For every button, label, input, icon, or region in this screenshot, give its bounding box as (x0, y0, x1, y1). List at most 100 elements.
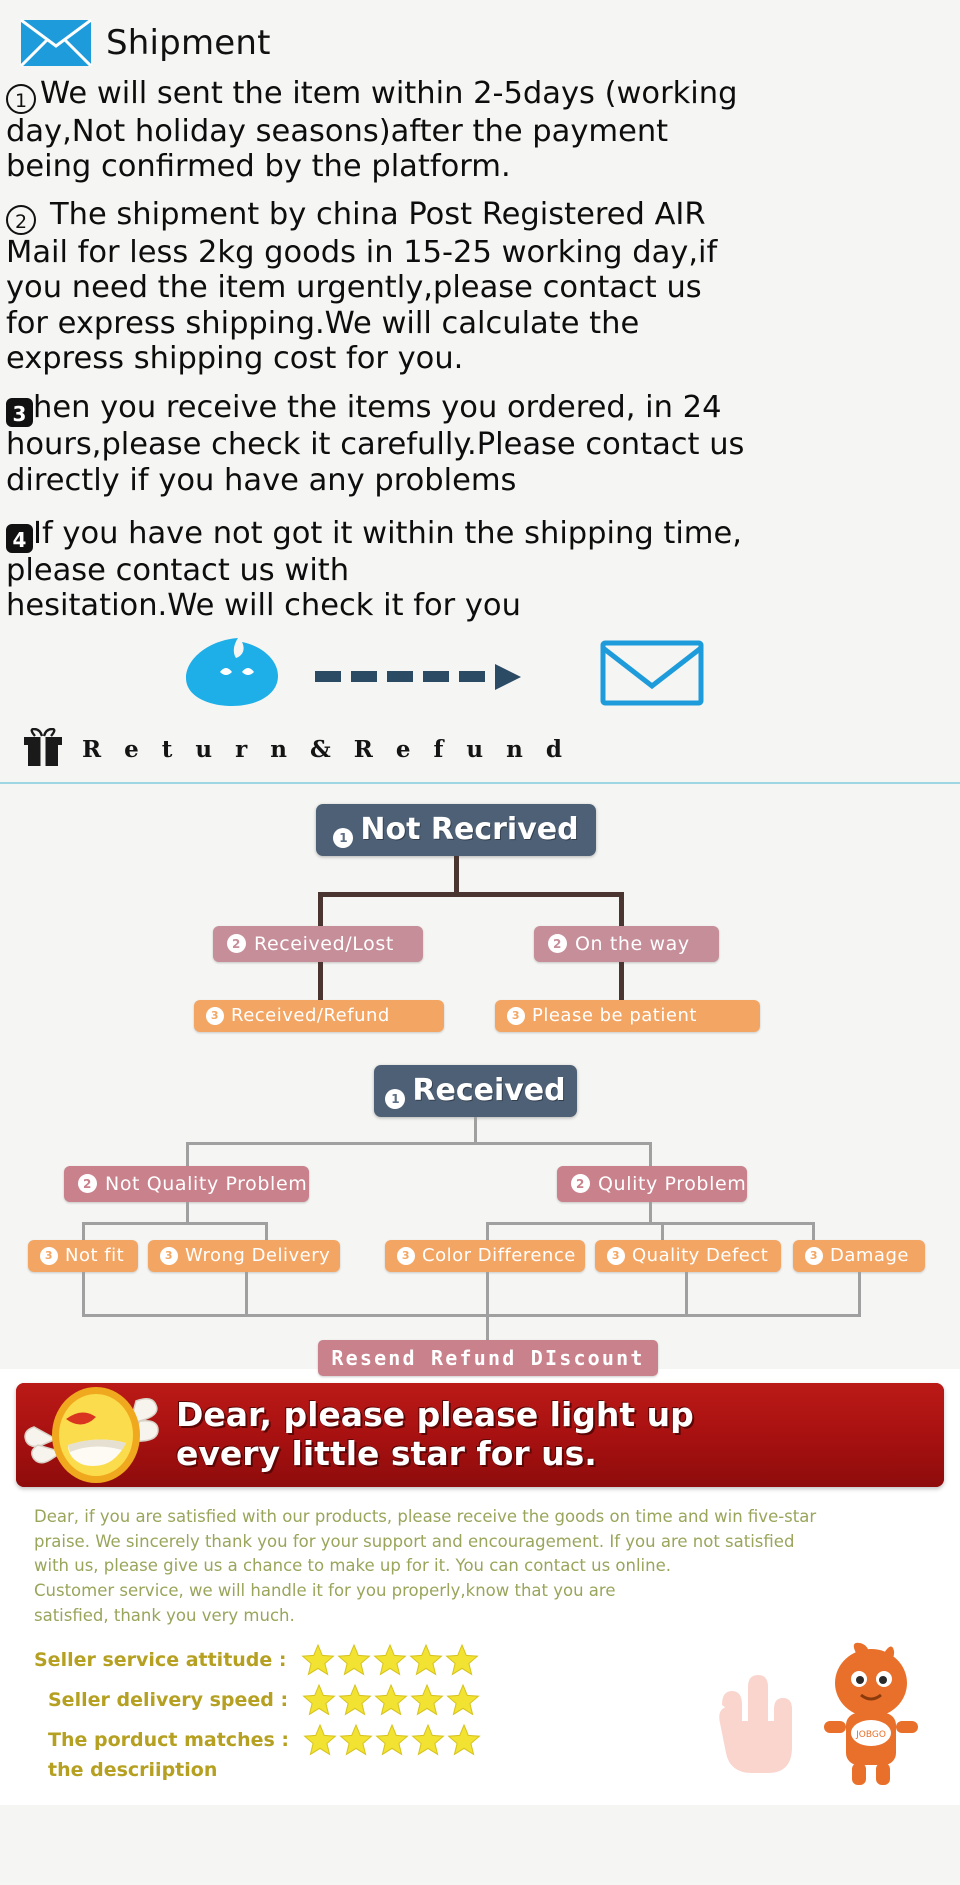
node-label: Received (412, 1073, 566, 1109)
connector (486, 1271, 489, 1316)
node-badge: 2 (571, 1174, 590, 1194)
review-paragraph-line-3: with us, please give us a chance to make… (34, 1556, 671, 1576)
shipment-item-3-line-3: directly if you have any problems (6, 462, 517, 498)
node-badge: 2 (227, 934, 246, 954)
rating-label: Seller service attitude : (34, 1648, 287, 1671)
connector (318, 891, 323, 928)
star-icon[interactable] (374, 1683, 408, 1717)
node-badge: 2 (78, 1174, 97, 1194)
connector (454, 855, 459, 894)
shipment-item-3-line-2: hours,please check it carefully.Please c… (6, 427, 745, 463)
star-icon[interactable] (410, 1683, 444, 1717)
review-paragraph-line-2: praise. We sincerely thank you for your … (34, 1531, 795, 1551)
star-icon[interactable] (302, 1683, 336, 1717)
star-icon[interactable] (336, 1643, 371, 1677)
node-badge: 3 (206, 1006, 224, 1025)
flow-node-received: 1 Received (374, 1064, 577, 1117)
shipment-item-1: 1 We will sent the item within 2-5days (w… (0, 72, 960, 185)
rating-label: The porduct matches : (48, 1728, 289, 1751)
star-icon[interactable] (372, 1643, 407, 1677)
flow-node-resend-refund-discount: Resend Refund DIscount (318, 1339, 658, 1376)
star-rating[interactable] (303, 1723, 481, 1757)
flow-node-not-received: 1 Not Recrived (316, 803, 596, 856)
node-badge: 3 (40, 1246, 58, 1265)
connector (812, 1221, 815, 1242)
star-icon[interactable] (408, 1643, 443, 1677)
connector (82, 1271, 85, 1316)
connector (186, 1141, 189, 1168)
flow-node-damage: 3 Damage (793, 1239, 925, 1272)
node-badge: 3 (607, 1246, 625, 1265)
shipment-item-2-line-3: you need the item urgently,please contac… (6, 270, 702, 306)
shipment-item-1-line-2: day,Not holiday seasons)after the paymen… (6, 114, 669, 149)
node-label: On the way (575, 932, 690, 955)
rating-label: Seller delivery speed : (48, 1688, 289, 1711)
flow-node-on-the-way: 2 On the way (534, 925, 719, 962)
connector (318, 961, 323, 1002)
chat-blob-icon (180, 636, 285, 712)
flow-node-received-lost: 2 Received/Lost (213, 925, 423, 962)
node-label: Not Recrived (360, 812, 579, 848)
flow-node-not-fit: 3 Not fit (28, 1239, 138, 1272)
node-label: Qulity Problem (598, 1172, 747, 1195)
node-label: Not fit (65, 1245, 125, 1267)
node-label: Not Quality Problem (105, 1172, 308, 1195)
node-badge: 3 (507, 1006, 525, 1025)
shipment-item-1-line-3: being confirmed by the platform. (6, 149, 511, 185)
product-detail-page: Shipment 1 We will sent the item within 2… (0, 0, 960, 1885)
flow-node-quality-problem: 2 Qulity Problem (557, 1165, 747, 1202)
refund-flowchart: 1 Not Recrived 2 Received/Lost 2 On the … (0, 783, 960, 1415)
contact-flow-graphic (0, 636, 960, 714)
shipment-item-4-line-3: hesitation.We will check it for you (6, 588, 521, 624)
review-banner-section: Dear, please please light up every littl… (0, 1368, 960, 1495)
star-icon[interactable] (411, 1723, 445, 1757)
connector (82, 1221, 268, 1225)
shipment-item-2-line-5: express shipping cost for you. (6, 340, 464, 376)
connector (486, 1221, 815, 1225)
connector (685, 1271, 688, 1316)
orange-mascot-icon: JOBGO (806, 1641, 936, 1795)
shipment-item-3: 3 hen you receive the items you ordered, … (0, 376, 960, 498)
shipment-item-4-line-1: If you have not got it within the shippi… (33, 516, 742, 551)
gift-icon (22, 727, 64, 772)
node-badge: 3 (397, 1246, 415, 1265)
connector (619, 891, 624, 928)
review-paragraph-line-5: satisfied, thank you very much. (34, 1605, 295, 1625)
flow-node-please-be-patient: 3 Please be patient (495, 999, 760, 1032)
connector (649, 1201, 652, 1224)
banner-line-1: Dear, please please light up (176, 1394, 694, 1434)
envelope-icon (19, 18, 93, 68)
laughing-emoji-icon (16, 1383, 176, 1487)
star-icon[interactable] (444, 1643, 479, 1677)
star-icon[interactable] (338, 1683, 372, 1717)
love-hand-icon (706, 1657, 810, 1779)
shipment-section: Shipment 1 We will sent the item within 2… (0, 0, 960, 784)
star-icon[interactable] (446, 1683, 480, 1717)
connector (82, 1221, 85, 1242)
connector (474, 1116, 477, 1144)
star-icon[interactable] (300, 1643, 335, 1677)
star-icon[interactable] (303, 1723, 337, 1757)
shipment-item-2-line-1: The shipment by china Post Registered AI… (50, 196, 706, 232)
review-paragraph-line-1: Dear, if you are satisfied with our prod… (34, 1506, 817, 1526)
node-label: Quality Defect (632, 1245, 769, 1267)
shipment-item-3-line-1: hen you receive the items you ordered, i… (33, 390, 722, 426)
envelope-outline-icon (600, 640, 704, 710)
shipment-header: Shipment (0, 14, 960, 72)
list-number-4: 4 (6, 524, 33, 553)
star-icon[interactable] (447, 1723, 481, 1757)
node-badge: 2 (548, 934, 567, 954)
shipment-item-4-line-2: please contact us with (6, 553, 350, 588)
star-icon[interactable] (339, 1723, 373, 1757)
connector (186, 1141, 652, 1145)
node-badge: 1 (333, 827, 354, 848)
review-paragraph: Dear, if you are satisfied with our prod… (0, 1505, 960, 1629)
review-banner: Dear, please please light up every littl… (16, 1382, 944, 1487)
star-rating[interactable] (300, 1643, 479, 1677)
node-label: Please be patient (532, 1005, 697, 1027)
star-icon[interactable] (375, 1723, 409, 1757)
node-label: Damage (830, 1245, 909, 1267)
node-badge: 3 (160, 1246, 178, 1265)
star-rating[interactable] (302, 1683, 480, 1717)
banner-text: Dear, please please light up every littl… (176, 1394, 694, 1474)
